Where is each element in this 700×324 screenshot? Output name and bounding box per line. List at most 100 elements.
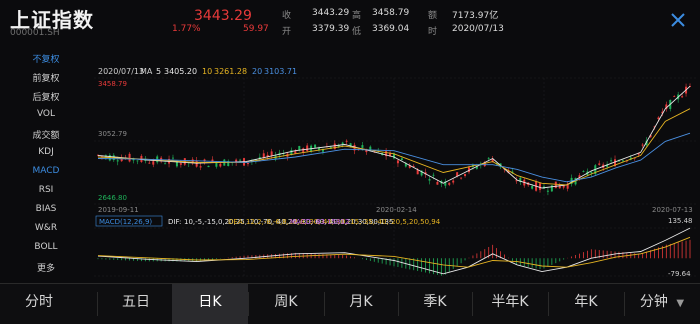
sidebar-item-bias[interactable]: BIAS — [0, 204, 92, 214]
sidebar-item-macd[interactable]: MACD — [0, 166, 92, 176]
change-percent: 1.77% — [172, 24, 201, 34]
candle-body — [239, 159, 242, 161]
low-label: 低 — [352, 27, 362, 37]
chevron-down-icon: ▼ — [676, 298, 685, 309]
sidebar-item-kdj[interactable]: KDJ — [0, 147, 92, 157]
candle-body — [136, 160, 139, 162]
close-value: 3443.29 — [312, 8, 350, 18]
period-tab-bar: 分时 五日 日K 周K 月K 季K 半年K 年K 分钟 ▼ — [0, 283, 700, 324]
sidebar-item-wr[interactable]: W&R — [0, 223, 92, 233]
candle-body — [333, 143, 336, 150]
candle-body — [448, 182, 451, 185]
candle-body — [432, 174, 435, 176]
x-label-start: 2019-09-11 — [98, 206, 139, 214]
candle-body — [306, 145, 309, 152]
ma-line-ma5 — [97, 85, 691, 189]
candle-body — [116, 160, 119, 162]
candle-body — [621, 160, 624, 162]
macd-min-label: -79.64 — [668, 270, 691, 278]
tab-intraday[interactable]: 分时 — [0, 284, 78, 324]
dea-label: DEA: — [228, 218, 245, 226]
candle-body — [179, 163, 182, 165]
current-price: 3443.29 — [194, 8, 252, 24]
candle-body — [148, 162, 151, 164]
candle-body — [673, 96, 676, 98]
sidebar-item-no-adjust[interactable]: 不复权 — [0, 52, 92, 65]
close-label: 收 — [282, 11, 292, 21]
amount-value: 7173.97亿 — [452, 11, 499, 21]
candle-body — [314, 144, 317, 148]
sidebar-item-vol[interactable]: VOL — [0, 109, 92, 119]
ma-lines — [97, 85, 691, 189]
kline-svg: 2020/07/13 MA 5 3405.20 10 3261.28 20 31… — [94, 67, 696, 278]
tab-weekly-k[interactable]: 周K — [248, 284, 324, 324]
ma-legend-date: 2020/07/13 — [98, 67, 144, 76]
ma20-legend-label: 20 — [252, 67, 262, 76]
tab-minute-label: 分钟 — [639, 294, 668, 310]
sidebar-item-forward-adjust[interactable]: 前复权 — [0, 71, 92, 84]
open-label: 开 — [282, 27, 292, 37]
candle-body — [436, 181, 439, 185]
candle-body — [298, 145, 301, 151]
sidebar-item-more[interactable]: 更多 — [0, 261, 92, 274]
candle-body — [598, 163, 601, 165]
time-value: 2020/07/13 — [452, 24, 504, 34]
candle-body — [539, 183, 542, 190]
open-value: 3379.39 — [312, 24, 350, 34]
index-code: 000001.SH — [10, 28, 60, 38]
ma5-legend-label: 5 — [156, 67, 161, 76]
candle-body — [452, 180, 455, 183]
candle-body — [487, 157, 490, 159]
amount-label: 额 — [428, 11, 438, 21]
candle-body — [554, 181, 557, 189]
candle-body — [345, 140, 348, 142]
tab-quarterly-k[interactable]: 季K — [398, 284, 472, 324]
dif-label: DIF: — [168, 218, 181, 226]
candle-body — [582, 171, 585, 172]
high-value: 3458.79 — [372, 8, 410, 18]
tab-five-day[interactable]: 五日 — [97, 284, 175, 324]
sidebar-item-turnover[interactable]: 成交额 — [0, 128, 92, 141]
candle-body — [246, 162, 249, 165]
tab-half-year-k[interactable]: 半年K — [472, 284, 548, 324]
candle-body — [681, 96, 684, 98]
tab-yearly-k[interactable]: 年K — [548, 284, 624, 324]
x-label-mid: 2020-02-14 — [376, 206, 417, 214]
x-label-end: 2020-07-13 — [652, 206, 693, 214]
candle-body — [164, 163, 167, 165]
ma5-legend-value: 3405.20 — [164, 67, 197, 76]
change-amount: 59.97 — [243, 24, 269, 34]
candle-body — [215, 162, 218, 167]
candle-body — [128, 153, 131, 162]
price-max-label: 3458.79 — [98, 80, 127, 88]
chart-grid — [94, 77, 696, 277]
candle-body — [400, 158, 403, 161]
candle-body — [369, 146, 372, 150]
candle-body — [171, 157, 174, 159]
time-label: 时 — [428, 27, 438, 37]
high-label: 高 — [352, 11, 362, 21]
candle-body — [460, 177, 463, 179]
candle-body — [464, 174, 467, 177]
kline-chart[interactable]: 2020/07/13 MA 5 3405.20 10 3261.28 20 31… — [94, 58, 696, 280]
price-min-label: 2646.80 — [98, 194, 127, 202]
candle-body — [428, 179, 431, 181]
candle-body — [207, 165, 210, 168]
ma-legend-title: MA — [140, 67, 153, 76]
candle-body — [219, 163, 222, 167]
macd-max-label: 135.48 — [668, 217, 693, 225]
tab-monthly-k[interactable]: 月K — [324, 284, 398, 324]
candle-body — [546, 190, 549, 192]
sidebar-item-backward-adjust[interactable]: 后复权 — [0, 90, 92, 103]
candle-body — [199, 166, 202, 168]
candle-body — [641, 144, 644, 146]
sidebar-item-boll[interactable]: BOLL — [0, 242, 92, 252]
tab-daily-k[interactable]: 日K — [172, 284, 248, 324]
ma10-legend-label: 10 — [202, 67, 212, 76]
tab-minute[interactable]: 分钟 ▼ — [624, 284, 700, 324]
candle-body — [396, 160, 399, 164]
close-icon[interactable] — [668, 10, 688, 30]
candle-body — [531, 185, 534, 189]
low-value: 3369.04 — [372, 24, 410, 34]
sidebar-item-rsi[interactable]: RSI — [0, 185, 92, 195]
